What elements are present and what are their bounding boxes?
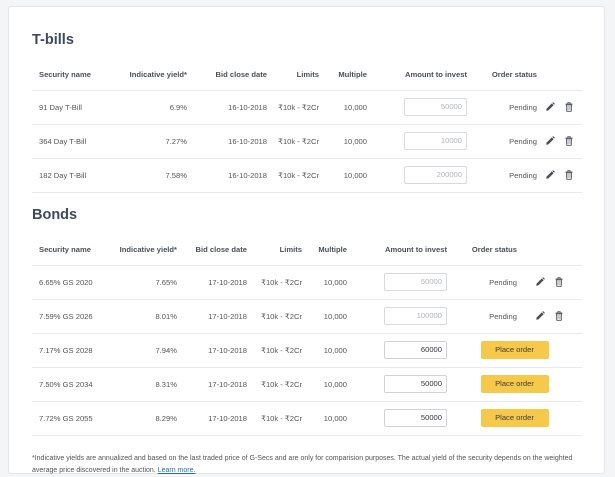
trash-icon[interactable]	[564, 102, 574, 112]
pencil-icon[interactable]	[535, 277, 545, 287]
table-row: 7.17% GS 2028 7.94% 17-10-2018 ₹10k - ₹2Cr 1…	[32, 333, 582, 368]
indicative-yield: 8.29%	[102, 401, 177, 436]
limits: ₹10k - ₹2Cr	[267, 158, 319, 193]
multiple: 10,000	[319, 124, 367, 159]
security-name: 6.65% GS 2020	[32, 265, 102, 300]
multiple: 10,000	[319, 90, 367, 125]
bid-close-date: 16-10-2018	[187, 158, 267, 193]
orders-card: T-bills Security name Indicative yield* …	[8, 6, 605, 474]
footnote-text: *Indicative yields are annualized and ba…	[32, 455, 573, 474]
table-row: 7.50% GS 2034 8.31% 17-10-2018 ₹10k - ₹2Cr 1…	[32, 367, 582, 402]
col-order-status: Order status	[467, 59, 537, 91]
security-name: 91 Day T-Bill	[32, 90, 112, 125]
multiple: 10,000	[302, 367, 347, 402]
place-order-button[interactable]: Place order	[480, 409, 549, 427]
table-row: 364 Day T-Bill 7.27% 16-10-2018 ₹10k - ₹2Cr…	[32, 124, 582, 159]
pencil-icon[interactable]	[535, 311, 545, 321]
col-indicative-yield: Indicative yield*	[102, 234, 177, 266]
amount-input[interactable]: 50000	[404, 98, 467, 116]
limits: ₹10k - ₹2Cr	[247, 265, 302, 300]
tbills-header-row: Security name Indicative yield* Bid clos…	[32, 59, 582, 91]
security-name: 7.17% GS 2028	[32, 333, 102, 368]
col-multiple: Multiple	[319, 59, 367, 91]
amount-input[interactable]: 10000	[404, 132, 467, 150]
footnote: *Indicative yields are annualized and ba…	[32, 453, 582, 477]
trash-icon[interactable]	[564, 136, 574, 146]
security-name: 182 Day T-Bill	[32, 158, 112, 193]
bonds-table: Security name Indicative yield* Bid clos…	[32, 234, 582, 436]
amount-input[interactable]: 50000	[384, 409, 447, 427]
col-indicative-yield: Indicative yield*	[112, 59, 187, 91]
indicative-yield: 8.01%	[102, 299, 177, 334]
bid-close-date: 17-10-2018	[177, 299, 247, 334]
order-status: Pending	[467, 158, 537, 193]
pencil-icon[interactable]	[545, 170, 555, 180]
col-order-status: Order status	[447, 234, 517, 266]
bid-close-date: 17-10-2018	[177, 333, 247, 368]
col-limits: Limits	[247, 234, 302, 266]
learn-more-link[interactable]: Learn more.	[158, 467, 196, 474]
bid-close-date: 16-10-2018	[187, 124, 267, 159]
col-security-name: Security name	[32, 59, 112, 91]
indicative-yield: 7.27%	[112, 124, 187, 159]
indicative-yield: 7.58%	[112, 158, 187, 193]
order-status: Pending	[447, 299, 517, 334]
col-multiple: Multiple	[302, 234, 347, 266]
multiple: 10,000	[319, 158, 367, 193]
place-order-button[interactable]: Place order	[480, 341, 549, 359]
security-name: 7.72% GS 2055	[32, 401, 102, 436]
table-row: 7.59% GS 2026 8.01% 17-10-2018 ₹10k - ₹2Cr 1…	[32, 299, 582, 334]
bid-close-date: 17-10-2018	[177, 401, 247, 436]
bonds-section-title: Bonds	[32, 207, 78, 223]
tbills-table: Security name Indicative yield* Bid clos…	[32, 59, 582, 193]
order-status: Pending	[447, 265, 517, 300]
multiple: 10,000	[302, 265, 347, 300]
indicative-yield: 7.65%	[102, 265, 177, 300]
amount-input[interactable]: 200000	[404, 166, 467, 184]
indicative-yield: 8.31%	[102, 367, 177, 402]
limits: ₹10k - ₹2Cr	[267, 124, 319, 159]
multiple: 10,000	[302, 333, 347, 368]
multiple: 10,000	[302, 299, 347, 334]
col-amount-to-invest: Amount to invest	[367, 59, 467, 91]
bid-close-date: 17-10-2018	[177, 265, 247, 300]
col-bid-close-date: Bid close date	[177, 234, 247, 266]
table-row: 7.72% GS 2055 8.29% 17-10-2018 ₹10k - ₹2Cr 1…	[32, 401, 582, 436]
order-status: Pending	[467, 90, 537, 125]
indicative-yield: 7.94%	[102, 333, 177, 368]
table-row: 91 Day T-Bill 6.9% 16-10-2018 ₹10k - ₹2Cr 10…	[32, 90, 582, 125]
bid-close-date: 16-10-2018	[187, 90, 267, 125]
security-name: 364 Day T-Bill	[32, 124, 112, 159]
limits: ₹10k - ₹2Cr	[267, 90, 319, 125]
col-security-name: Security name	[32, 234, 102, 266]
col-amount-to-invest: Amount to invest	[347, 234, 447, 266]
trash-icon[interactable]	[554, 277, 564, 287]
trash-icon[interactable]	[554, 311, 564, 321]
col-bid-close-date: Bid close date	[187, 59, 267, 91]
table-row: 182 Day T-Bill 7.58% 16-10-2018 ₹10k - ₹2Cr…	[32, 158, 582, 193]
tbills-section-title: T-bills	[32, 32, 74, 48]
limits: ₹10k - ₹2Cr	[247, 333, 302, 368]
multiple: 10,000	[302, 401, 347, 436]
security-name: 7.59% GS 2026	[32, 299, 102, 334]
trash-icon[interactable]	[564, 170, 574, 180]
bonds-header-row: Security name Indicative yield* Bid clos…	[32, 234, 582, 266]
limits: ₹10k - ₹2Cr	[247, 299, 302, 334]
limits: ₹10k - ₹2Cr	[247, 401, 302, 436]
pencil-icon[interactable]	[545, 136, 555, 146]
pencil-icon[interactable]	[545, 102, 555, 112]
bid-close-date: 17-10-2018	[177, 367, 247, 402]
table-row: 6.65% GS 2020 7.65% 17-10-2018 ₹10k - ₹2Cr 1…	[32, 265, 582, 300]
indicative-yield: 6.9%	[112, 90, 187, 125]
limits: ₹10k - ₹2Cr	[247, 367, 302, 402]
amount-input[interactable]: 50000	[384, 273, 447, 291]
amount-input[interactable]: 100000	[384, 307, 447, 325]
place-order-button[interactable]: Place order	[480, 375, 549, 393]
order-status: Pending	[467, 124, 537, 159]
amount-input[interactable]: 60000	[384, 341, 447, 359]
security-name: 7.50% GS 2034	[32, 367, 102, 402]
amount-input[interactable]: 50000	[384, 375, 447, 393]
col-limits: Limits	[267, 59, 319, 91]
